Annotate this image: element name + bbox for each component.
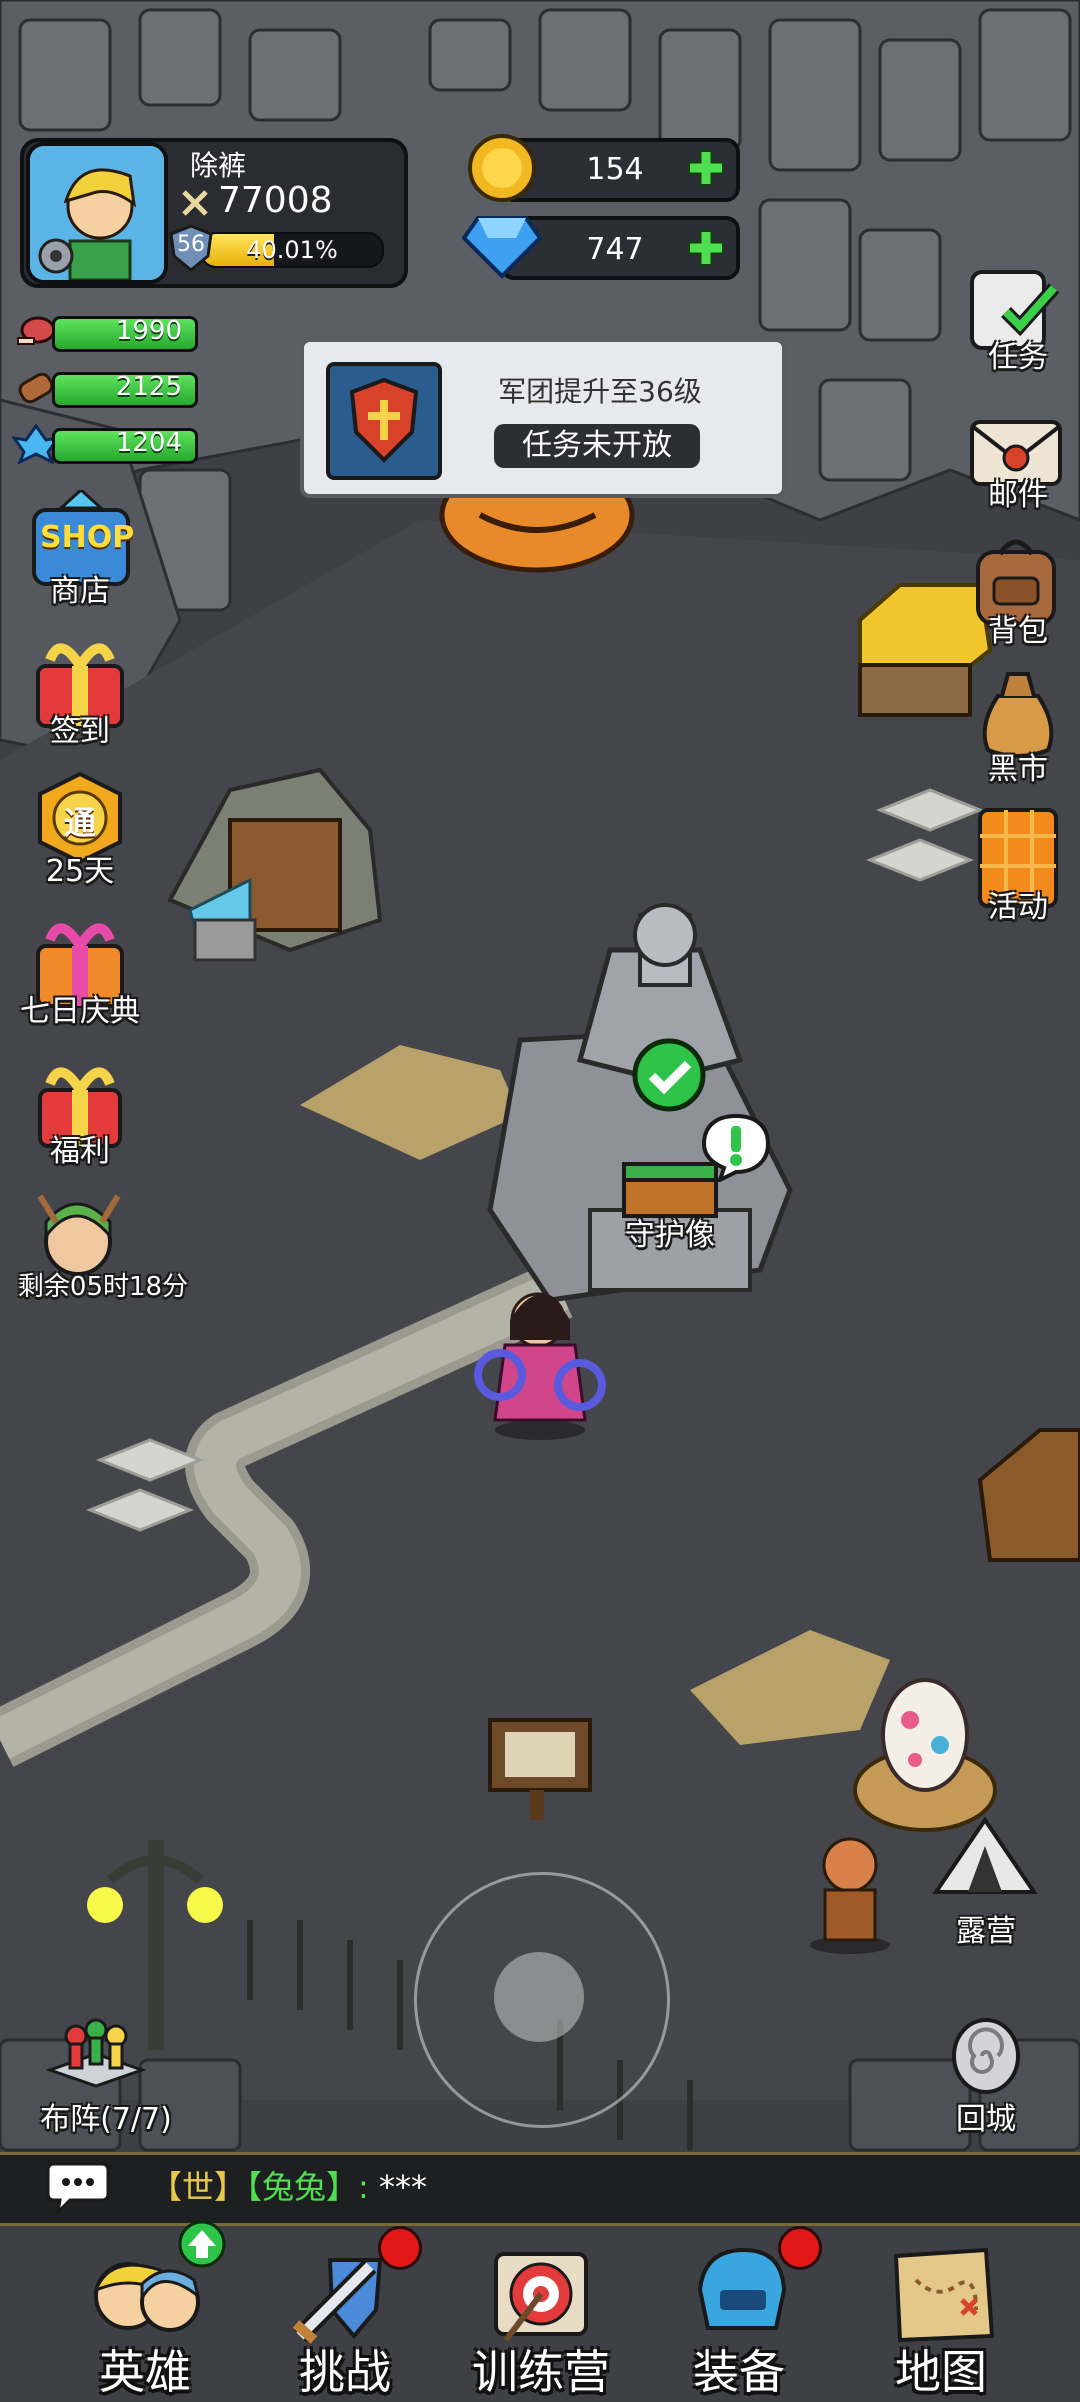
challenge-notification-dot [378, 2226, 422, 2270]
camp-label: 露营 [956, 1914, 1016, 1949]
guardian-statue-label[interactable]: 守护像 [600, 1210, 740, 1254]
welfare-label: 福利 [50, 1134, 110, 1169]
player-name: 除裤 [190, 149, 247, 182]
quest-status-button[interactable]: 任务未开放 [494, 424, 700, 468]
chat-content: *** [378, 2168, 427, 2206]
nav-heroes-label: 英雄 [99, 2345, 191, 2399]
nav-map-label: 地图 [895, 2345, 987, 2399]
chat-message: 【世】【兔兔】: *** [150, 2162, 427, 2208]
nav-equipment-label: 装备 [693, 2345, 785, 2399]
joystick-knob[interactable] [494, 1952, 584, 2042]
tasks-label: 任务 [988, 340, 1048, 375]
tent-icon [932, 1816, 1038, 1894]
experience-percent: 40.01% [246, 236, 338, 264]
formation-pieces-icon [45, 2018, 147, 2088]
portal-swirl-icon [952, 2018, 1020, 2094]
camp-button[interactable] [930, 1816, 1040, 1896]
formation-button[interactable] [45, 2010, 147, 2090]
gold-amount: 154 [586, 152, 644, 187]
mail-label: 邮件 [988, 478, 1048, 513]
legion-shield-icon [326, 362, 442, 480]
upgrade-arrow-icon [178, 2220, 226, 2268]
wood-amount: 2125 [115, 372, 182, 402]
gold-coin-icon [468, 134, 536, 202]
completed-check-icon [632, 1038, 706, 1112]
nav-challenge-label: 挑战 [299, 2345, 391, 2399]
meat-amount: 1990 [115, 316, 182, 346]
quest-title: 军团提升至36级 [498, 375, 702, 408]
hero-portrait-icon [30, 146, 164, 280]
experience-bar: 40.01% [200, 232, 384, 268]
add-gold-button[interactable] [684, 146, 728, 190]
limited-timer-label: 剩余05时18分 [17, 1272, 189, 1302]
formation-label: 布阵(7/7) [40, 2102, 172, 2137]
add-diamond-button[interactable] [684, 226, 728, 270]
chat-channel: 【世】 [150, 2168, 247, 2206]
diamond-amount: 747 [586, 232, 644, 267]
return-city-button[interactable] [950, 2016, 1022, 2096]
equipment-notification-dot [778, 2226, 822, 2270]
chat-bubble-icon[interactable] [46, 2160, 110, 2214]
shop-badge-text: SHOP [40, 520, 135, 555]
chat-sender: 【兔兔】: [246, 2168, 369, 2206]
treasure-map-icon [893, 2247, 995, 2343]
nav-training-label: 训练营 [472, 2345, 610, 2399]
player-avatar[interactable] [26, 142, 168, 284]
combat-power-value: 77008 [218, 180, 333, 221]
black-market-label: 黑市 [988, 752, 1048, 787]
crossed-swords-icon [182, 190, 208, 216]
nav-training[interactable] [466, 2240, 616, 2350]
seven-day-label: 七日庆典 [20, 994, 140, 1029]
return-city-label: 回城 [956, 2102, 1016, 2137]
diamond-icon [462, 216, 542, 279]
bag-label: 背包 [988, 614, 1048, 649]
shop-label: 商店 [50, 574, 110, 609]
pass-badge-text: 通 [63, 804, 96, 842]
checkin-label: 签到 [50, 714, 110, 749]
crystal-amount: 1204 [115, 428, 182, 458]
events-label: 活动 [988, 890, 1048, 925]
player-level: 56 [177, 232, 205, 257]
pass-days-label: 25天 [45, 854, 115, 889]
nav-map[interactable] [866, 2240, 1016, 2350]
archery-target-icon [494, 2252, 588, 2342]
